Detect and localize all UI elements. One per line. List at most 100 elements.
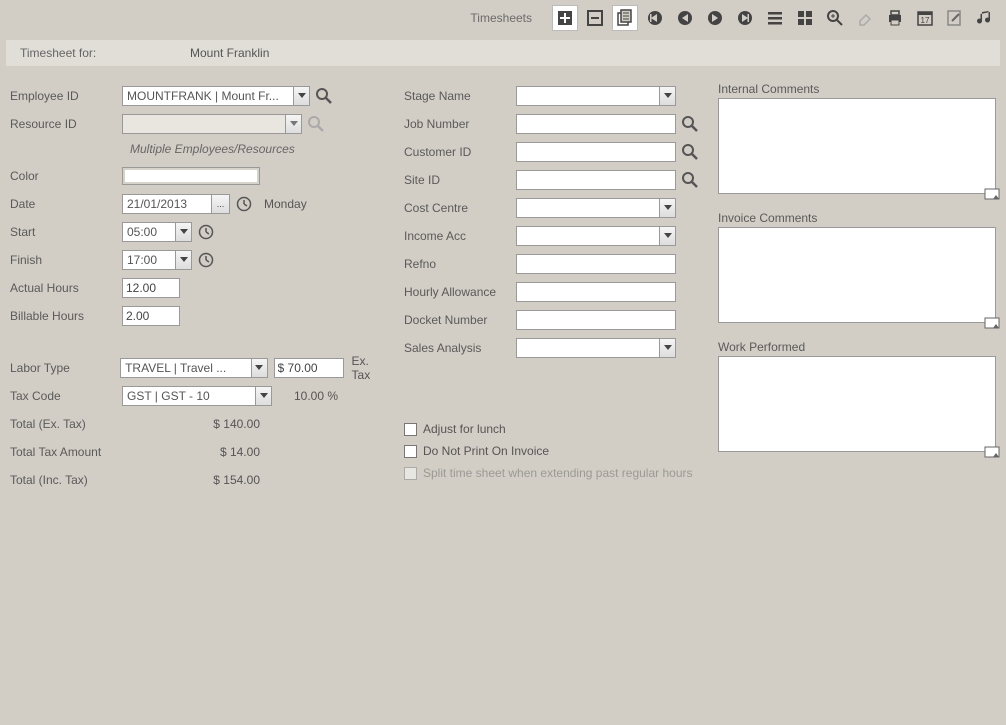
job-number-label: Job Number [404,117,516,131]
labor-type-label: Labor Type [10,361,120,375]
dropdown-arrow-icon[interactable] [175,251,191,269]
expand-icon[interactable] [984,446,1002,463]
expand-icon[interactable] [984,317,1002,334]
dropdown-arrow-icon[interactable] [659,339,675,357]
clock-icon[interactable] [196,222,216,242]
refno-input[interactable] [516,254,676,274]
clock-icon[interactable] [234,194,254,214]
search-icon[interactable] [306,114,326,134]
column-middle: Stage Name Job Number Customer ID Site I… [404,82,704,494]
finish-time-select[interactable]: 17:00 [122,250,192,270]
refno-label: Refno [404,257,516,271]
next-record-button[interactable] [702,5,728,31]
header-label: Timesheet for: [20,46,190,60]
stage-name-select[interactable] [516,86,676,106]
internal-comments-textarea[interactable] [718,98,996,194]
split-timesheet-row: Split time sheet when extending past reg… [404,466,704,480]
dropdown-arrow-icon[interactable] [255,387,271,405]
invoice-comments-textarea[interactable] [718,227,996,323]
dropdown-arrow-icon[interactable] [251,359,267,377]
dropdown-arrow-icon[interactable] [175,223,191,241]
date-dayname: Monday [264,197,307,211]
finish-time-value: 17:00 [123,252,175,268]
multiple-employees-link[interactable]: Multiple Employees/Resources [130,142,390,156]
edit-note-button[interactable] [942,5,968,31]
total-ex-tax-value: $ 140.00 [160,417,260,431]
page-title: Timesheets [470,11,532,25]
hourly-allowance-input[interactable] [516,282,676,302]
column-right: Internal Comments Invoice Comments Work … [718,82,996,494]
employee-id-select[interactable]: MOUNTFRANK | Mount Fr... [122,86,310,106]
dropdown-arrow-icon[interactable] [659,227,675,245]
start-time-select[interactable]: 05:00 [122,222,192,242]
start-label: Start [10,225,122,239]
date-value: 21/01/2013 [123,196,211,212]
work-performed-textarea[interactable] [718,356,996,452]
income-acc-label: Income Acc [404,229,516,243]
tax-code-select[interactable]: GST | GST - 10 [122,386,272,406]
sales-analysis-select[interactable] [516,338,676,358]
labor-type-value: TRAVEL | Travel ... [121,360,250,376]
work-performed-label: Work Performed [718,340,996,354]
job-number-input[interactable] [516,114,676,134]
audio-button[interactable] [972,5,998,31]
cost-centre-select[interactable] [516,198,676,218]
dropdown-arrow-icon[interactable] [659,199,675,217]
adjust-lunch-label: Adjust for lunch [423,422,506,436]
eraser-button[interactable] [852,5,878,31]
docket-number-input[interactable] [516,310,676,330]
search-icon[interactable] [680,170,700,190]
color-label: Color [10,169,122,183]
zoom-button[interactable] [822,5,848,31]
dropdown-arrow-icon[interactable] [293,87,309,105]
site-id-input[interactable] [516,170,676,190]
calendar-button[interactable]: 17 [912,5,938,31]
expand-icon[interactable] [984,188,1002,205]
docket-number-label: Docket Number [404,313,516,327]
customer-id-input[interactable] [516,142,676,162]
color-picker[interactable] [122,167,260,185]
form-area: Employee ID MOUNTFRANK | Mount Fr... Res… [0,70,1006,506]
billable-hours-input[interactable] [122,306,180,326]
cost-centre-label: Cost Centre [404,201,516,215]
search-icon[interactable] [680,142,700,162]
date-label: Date [10,197,122,211]
column-left: Employee ID MOUNTFRANK | Mount Fr... Res… [10,82,390,494]
do-not-print-row[interactable]: Do Not Print On Invoice [404,444,704,458]
last-record-button[interactable] [732,5,758,31]
sales-analysis-label: Sales Analysis [404,341,516,355]
toolbar: Timesheets 17 [0,0,1006,36]
adjust-lunch-row[interactable]: Adjust for lunch [404,422,704,436]
list-view-button[interactable] [762,5,788,31]
total-inc-tax-label: Total (Inc. Tax) [10,473,160,487]
labor-rate-input[interactable] [274,358,344,378]
adjust-lunch-checkbox[interactable] [404,423,417,436]
clock-icon[interactable] [196,250,216,270]
dropdown-arrow-icon[interactable] [659,87,675,105]
date-input[interactable]: 21/01/2013 ... [122,194,230,214]
remove-button[interactable] [582,5,608,31]
dropdown-arrow-icon[interactable] [285,115,301,133]
internal-comments-label: Internal Comments [718,82,996,96]
search-icon[interactable] [314,86,334,106]
labor-type-select[interactable]: TRAVEL | Travel ... [120,358,267,378]
date-picker-button[interactable]: ... [211,195,229,213]
search-icon[interactable] [680,114,700,134]
resource-id-select[interactable] [122,114,302,134]
total-ex-tax-label: Total (Ex. Tax) [10,417,160,431]
prev-record-button[interactable] [672,5,698,31]
first-record-button[interactable] [642,5,668,31]
svg-text:17: 17 [921,16,930,25]
grid-view-button[interactable] [792,5,818,31]
print-button[interactable] [882,5,908,31]
copy-button[interactable] [612,5,638,31]
income-acc-select[interactable] [516,226,676,246]
add-button[interactable] [552,5,578,31]
billable-hours-label: Billable Hours [10,309,122,323]
header-bar: Timesheet for: Mount Franklin [6,40,1000,66]
employee-id-label: Employee ID [10,89,122,103]
split-timesheet-label: Split time sheet when extending past reg… [423,466,693,480]
resource-id-label: Resource ID [10,117,122,131]
actual-hours-input[interactable] [122,278,180,298]
do-not-print-checkbox[interactable] [404,445,417,458]
